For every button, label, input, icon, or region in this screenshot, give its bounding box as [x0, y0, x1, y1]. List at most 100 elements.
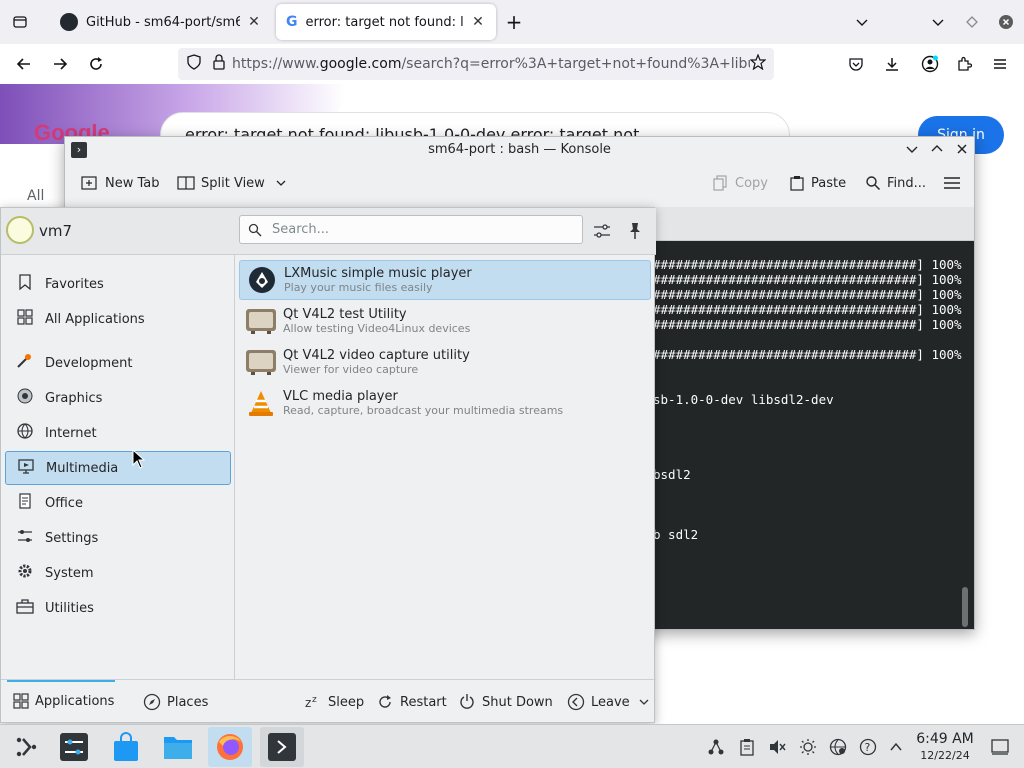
app-qt-v4l2-test[interactable]: Qt V4L2 test Utility Allow testing Video… — [239, 301, 651, 341]
configure-icon[interactable] — [593, 222, 611, 244]
split-view-button[interactable]: Split View — [177, 175, 287, 191]
brightness-icon[interactable] — [798, 737, 818, 757]
app-vlc[interactable]: VLC media player Read, capture, broadcas… — [239, 383, 651, 423]
close-tab-icon[interactable]: ✕ — [470, 14, 486, 30]
discover-task[interactable] — [108, 729, 144, 765]
url-bar[interactable]: https://www.google.com/search?q=error%3A… — [178, 48, 774, 80]
reload-icon[interactable] — [84, 52, 108, 76]
category-multimedia[interactable]: Multimedia — [5, 451, 231, 485]
category-office[interactable]: Office — [5, 486, 231, 520]
chevron-down-icon[interactable] — [850, 10, 874, 34]
split-view-icon — [177, 176, 195, 190]
app-qt-v4l2-capture[interactable]: Qt V4L2 video capture utility Viewer for… — [239, 342, 651, 382]
window-maximize-icon[interactable] — [960, 10, 984, 34]
konsole-task[interactable] — [260, 727, 304, 767]
dolphin-task[interactable] — [160, 729, 196, 765]
app-description: Viewer for video capture — [283, 363, 419, 376]
category-graphics[interactable]: Graphics — [5, 381, 231, 415]
search-input[interactable]: Search... — [239, 215, 583, 244]
terminal-line: sb-1.0-0-dev libsdl2-dev — [653, 392, 834, 407]
terminal-line: ###################################] 100… — [653, 272, 962, 287]
shield-icon[interactable] — [186, 54, 202, 74]
clock-time[interactable]: 6:49 AM — [913, 731, 977, 747]
window-close-icon[interactable] — [994, 10, 1018, 34]
shutdown-button[interactable]: Shut Down — [458, 693, 553, 711]
forward-icon[interactable] — [48, 52, 72, 76]
sleep-button[interactable]: zz Sleep — [304, 693, 364, 711]
taskbar: ? 6:49 AM 12/22/24 — [0, 724, 1024, 768]
firefox-icon — [217, 734, 243, 760]
paste-button[interactable]: Paste — [789, 175, 846, 191]
tab-all[interactable]: All — [27, 188, 44, 204]
window-minimize-icon[interactable] — [905, 142, 919, 160]
category-favorites[interactable]: Favorites — [5, 267, 231, 301]
lxmusic-icon — [240, 260, 284, 300]
hamburger-menu-icon[interactable] — [943, 175, 961, 191]
network-icon[interactable] — [706, 737, 726, 757]
browser-nav-bar: https://www.google.com/search?q=error%3A… — [0, 44, 1024, 84]
restart-button[interactable]: Restart — [376, 693, 447, 711]
application-launcher-button[interactable] — [8, 729, 44, 765]
pocket-icon[interactable] — [844, 52, 868, 76]
bookmark-star-icon[interactable] — [749, 53, 767, 74]
extensions-icon[interactable] — [952, 52, 976, 76]
settings-icon — [60, 733, 88, 761]
terminal-line: ###################################] 100… — [653, 347, 962, 362]
help-icon[interactable]: ? — [858, 737, 878, 757]
category-all-applications[interactable]: All Applications — [5, 302, 231, 336]
url-text[interactable]: https://www.google.com/search?q=error%3A… — [232, 56, 750, 72]
tab-places[interactable]: Places — [143, 693, 208, 711]
copy-button[interactable]: Copy — [713, 175, 768, 191]
tab-google-search[interactable]: G error: target not found: lib ✕ — [276, 4, 496, 40]
office-icon — [5, 493, 45, 513]
chevron-up-icon[interactable] — [886, 737, 906, 757]
svg-text:z: z — [305, 696, 311, 710]
tab-github[interactable]: GitHub - sm64-port/sm64- ✕ — [50, 4, 272, 40]
category-system[interactable]: System — [5, 556, 231, 590]
show-desktop-icon[interactable] — [990, 737, 1010, 757]
close-tab-icon[interactable]: ✕ — [246, 14, 262, 30]
app-name: Qt V4L2 test Utility — [283, 307, 407, 322]
window-minimize-icon[interactable] — [926, 10, 950, 34]
category-internet[interactable]: Internet — [5, 416, 231, 450]
find-button[interactable]: Find... — [865, 175, 926, 191]
wrench-icon — [5, 353, 45, 373]
network-disconnected-icon[interactable] — [828, 737, 848, 757]
chevron-down-icon — [276, 180, 286, 186]
firefox-task[interactable] — [208, 727, 252, 767]
grid-icon — [13, 693, 29, 709]
volume-muted-icon[interactable] — [767, 737, 787, 757]
application-launcher: vm7 Search... Favorites All Applications… — [0, 207, 656, 723]
terminal-line: ###################################] 100… — [653, 317, 962, 332]
category-utilities[interactable]: Utilities — [5, 591, 231, 625]
new-tab-button[interactable]: + — [502, 10, 526, 34]
window-maximize-icon[interactable] — [930, 142, 944, 160]
window-title: sm64-port : bash — Konsole — [428, 142, 611, 157]
launcher-header: vm7 Search... — [1, 208, 656, 255]
clipboard-icon[interactable] — [737, 737, 757, 757]
tab-label: GitHub - sm64-port/sm64- — [86, 14, 240, 30]
downloads-icon[interactable] — [880, 52, 904, 76]
tab-applications[interactable]: Applications — [13, 693, 114, 709]
menu-icon[interactable] — [988, 52, 1012, 76]
user-name: vm7 — [39, 222, 73, 240]
copy-icon — [713, 175, 727, 191]
browser-tab-bar: GitHub - sm64-port/sm64- ✕ G error: targ… — [0, 0, 1024, 44]
avatar[interactable] — [6, 216, 34, 244]
system-settings-task[interactable] — [56, 729, 92, 765]
terminal-scrollbar[interactable] — [962, 587, 968, 627]
pin-icon[interactable] — [627, 222, 643, 244]
folder-icon — [164, 737, 192, 759]
category-settings[interactable]: Settings — [5, 521, 231, 555]
clock-date[interactable]: 12/22/24 — [913, 749, 977, 762]
search-icon — [248, 223, 262, 236]
leave-button[interactable]: Leave — [567, 693, 650, 711]
account-icon[interactable] — [918, 52, 942, 76]
category-development[interactable]: Development — [5, 346, 231, 380]
window-close-icon[interactable] — [955, 142, 969, 160]
new-tab-button[interactable]: New Tab — [81, 175, 160, 191]
app-lxmusic[interactable]: LXMusic simple music player Play your mu… — [239, 260, 651, 300]
back-icon[interactable] — [12, 52, 36, 76]
lock-icon[interactable] — [212, 54, 226, 74]
tab-list-icon[interactable] — [8, 10, 32, 34]
